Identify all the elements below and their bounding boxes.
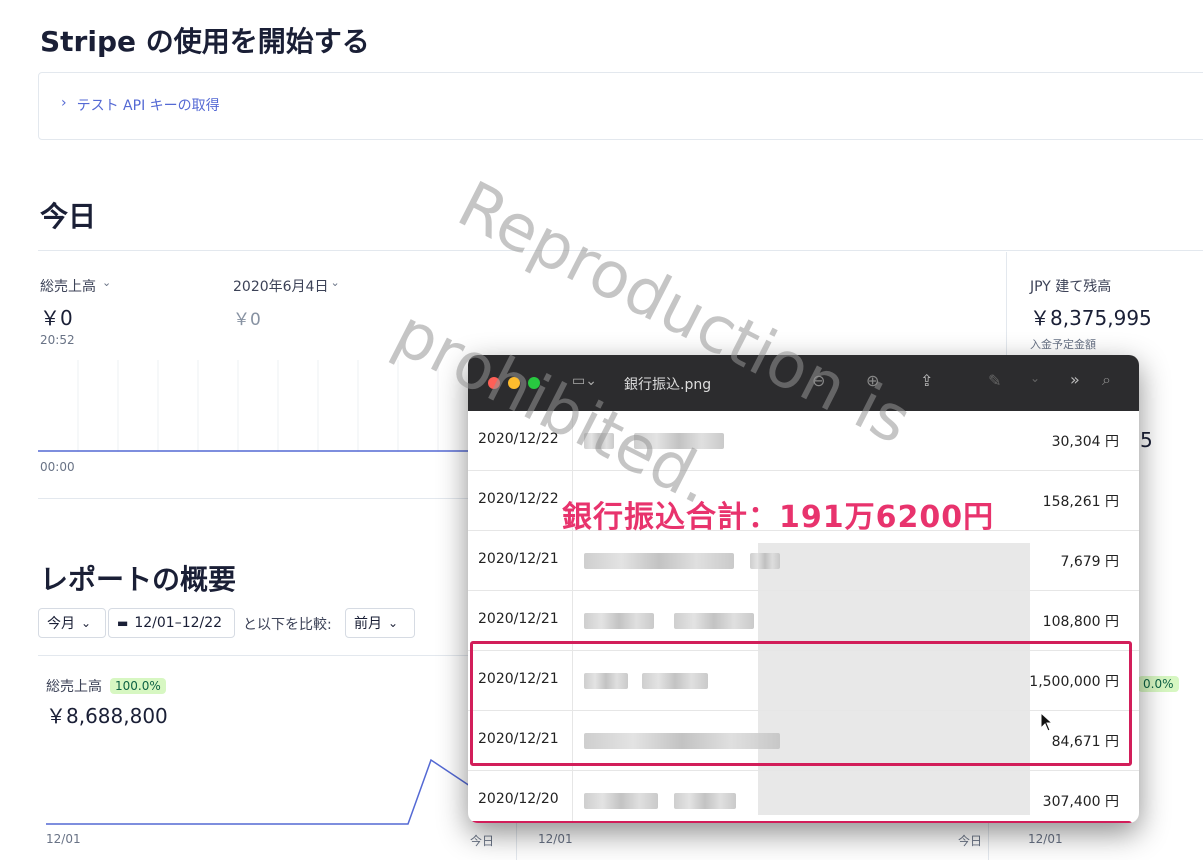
growth-badge: 100.0% — [110, 678, 166, 694]
highlight-box — [470, 821, 1132, 823]
chevron-right-icon: › — [61, 95, 67, 111]
close-button[interactable] — [488, 377, 500, 389]
today-title: 今日 — [40, 200, 97, 233]
calendar-icon: ▬ — [117, 616, 129, 630]
row-date: 2020/12/20 — [478, 791, 559, 807]
zoom-out-icon[interactable]: ⊖ — [812, 371, 825, 390]
search-icon[interactable]: ⌕ — [1102, 370, 1111, 390]
row-amount: 108,800 円 — [1042, 614, 1119, 630]
chevron-down-icon: ⌄ — [330, 276, 340, 289]
report-gross-value: ￥8,688,800 — [46, 704, 168, 728]
balance-label: JPY 建て残高 — [1030, 279, 1112, 295]
report-chart — [46, 750, 486, 826]
minimize-button[interactable] — [508, 377, 520, 389]
getting-started-panel: › テスト API キーの取得 — [38, 72, 1203, 140]
table-row: 2020/12/21 7,679 円 — [468, 531, 1139, 591]
today-chart-svg — [38, 360, 478, 452]
markup-icon[interactable]: ✎ — [988, 371, 1001, 390]
compare-date-dropdown[interactable]: 2020年6月4日 ⌄ — [233, 276, 340, 296]
report-chart-svg — [46, 758, 477, 825]
row-amount: 7,679 円 — [1060, 554, 1119, 570]
divider — [38, 250, 1203, 251]
chevron-down-icon: ⌄ — [388, 616, 399, 630]
axis-tick: 12/01 — [1028, 832, 1063, 846]
report-title: レポートの概要 — [40, 563, 237, 596]
axis-tick: 12/01 — [538, 832, 573, 846]
row-amount: 307,400 円 — [1042, 794, 1119, 810]
gross-volume-dropdown[interactable]: 総売上高 ⌄ — [40, 276, 111, 296]
preview-window[interactable]: ▭⌄ 銀行振込.png ⊖ ⊕ ⇪ ✎ ⌄ » ⌕ 2020/12/22 30,… — [468, 355, 1139, 823]
row-amount: 30,304 円 — [1051, 434, 1119, 450]
api-key-link[interactable]: › テスト API キーの取得 — [61, 95, 220, 115]
growth-badge: 0.0% — [1138, 676, 1179, 692]
preview-titlebar[interactable]: ▭⌄ 銀行振込.png ⊖ ⊕ ⇪ ✎ ⌄ » ⌕ — [468, 355, 1139, 411]
today-chart — [38, 360, 478, 452]
axis-tick: 今日 — [470, 834, 495, 848]
chevron-down-icon[interactable]: ⌄ — [1030, 371, 1040, 385]
zoom-in-icon[interactable]: ⊕ — [866, 371, 879, 390]
row-date: 2020/12/21 — [478, 551, 559, 567]
sidebar-toggle-icon[interactable]: ▭⌄ — [572, 373, 597, 389]
highlight-box — [470, 641, 1132, 766]
axis-tick: 12/01 — [46, 832, 81, 846]
today-gross-value: ￥0 — [40, 306, 73, 330]
table-row: 2020/12/20 307,400 円 — [468, 771, 1139, 823]
chevron-down-icon: ⌄ — [102, 276, 112, 289]
divider — [38, 498, 478, 499]
period-select[interactable]: 今月 ⌄ — [38, 608, 106, 638]
annotation-total: 銀行振込合計：191万6200円 — [562, 500, 995, 535]
compare-period-select[interactable]: 前月 ⌄ — [345, 608, 415, 638]
more-tools-icon[interactable]: » — [1070, 370, 1080, 389]
today-axis-start: 00:00 — [40, 460, 75, 474]
compare-value: ￥0 — [233, 310, 261, 330]
page-title: Stripe の使用を開始する — [40, 25, 370, 58]
cursor-icon — [1040, 711, 1054, 736]
table-row: 2020/12/22 30,304 円 — [468, 411, 1139, 471]
zoom-button[interactable] — [528, 377, 540, 389]
transfer-list: 2020/12/22 30,304 円 2020/12/22 158,261 円… — [468, 411, 1139, 823]
date-range-picker[interactable]: ▬ 12/01–12/22 — [108, 608, 235, 638]
axis-tick: 今日 — [958, 834, 983, 848]
today-gross-time: 20:52 — [40, 333, 75, 347]
row-date: 2020/12/22 — [478, 431, 559, 447]
row-date: 2020/12/22 — [478, 491, 559, 507]
row-amount: 158,261 円 — [1042, 494, 1119, 510]
chevron-down-icon: ⌄ — [81, 616, 92, 630]
report-gross-header: 総売上高 100.0% — [46, 676, 166, 696]
divider — [988, 820, 989, 860]
balance-value: ￥8,375,995 — [1030, 306, 1152, 330]
divider — [516, 820, 517, 860]
preview-title: 銀行振込.png — [624, 377, 712, 393]
row-date: 2020/12/21 — [478, 611, 559, 627]
balance-sub: 入金予定金額 — [1030, 338, 1096, 351]
partial-value: 5 — [1140, 428, 1153, 452]
compare-text: と以下を比較: — [243, 617, 332, 633]
divider — [38, 655, 478, 656]
share-icon[interactable]: ⇪ — [920, 371, 933, 390]
